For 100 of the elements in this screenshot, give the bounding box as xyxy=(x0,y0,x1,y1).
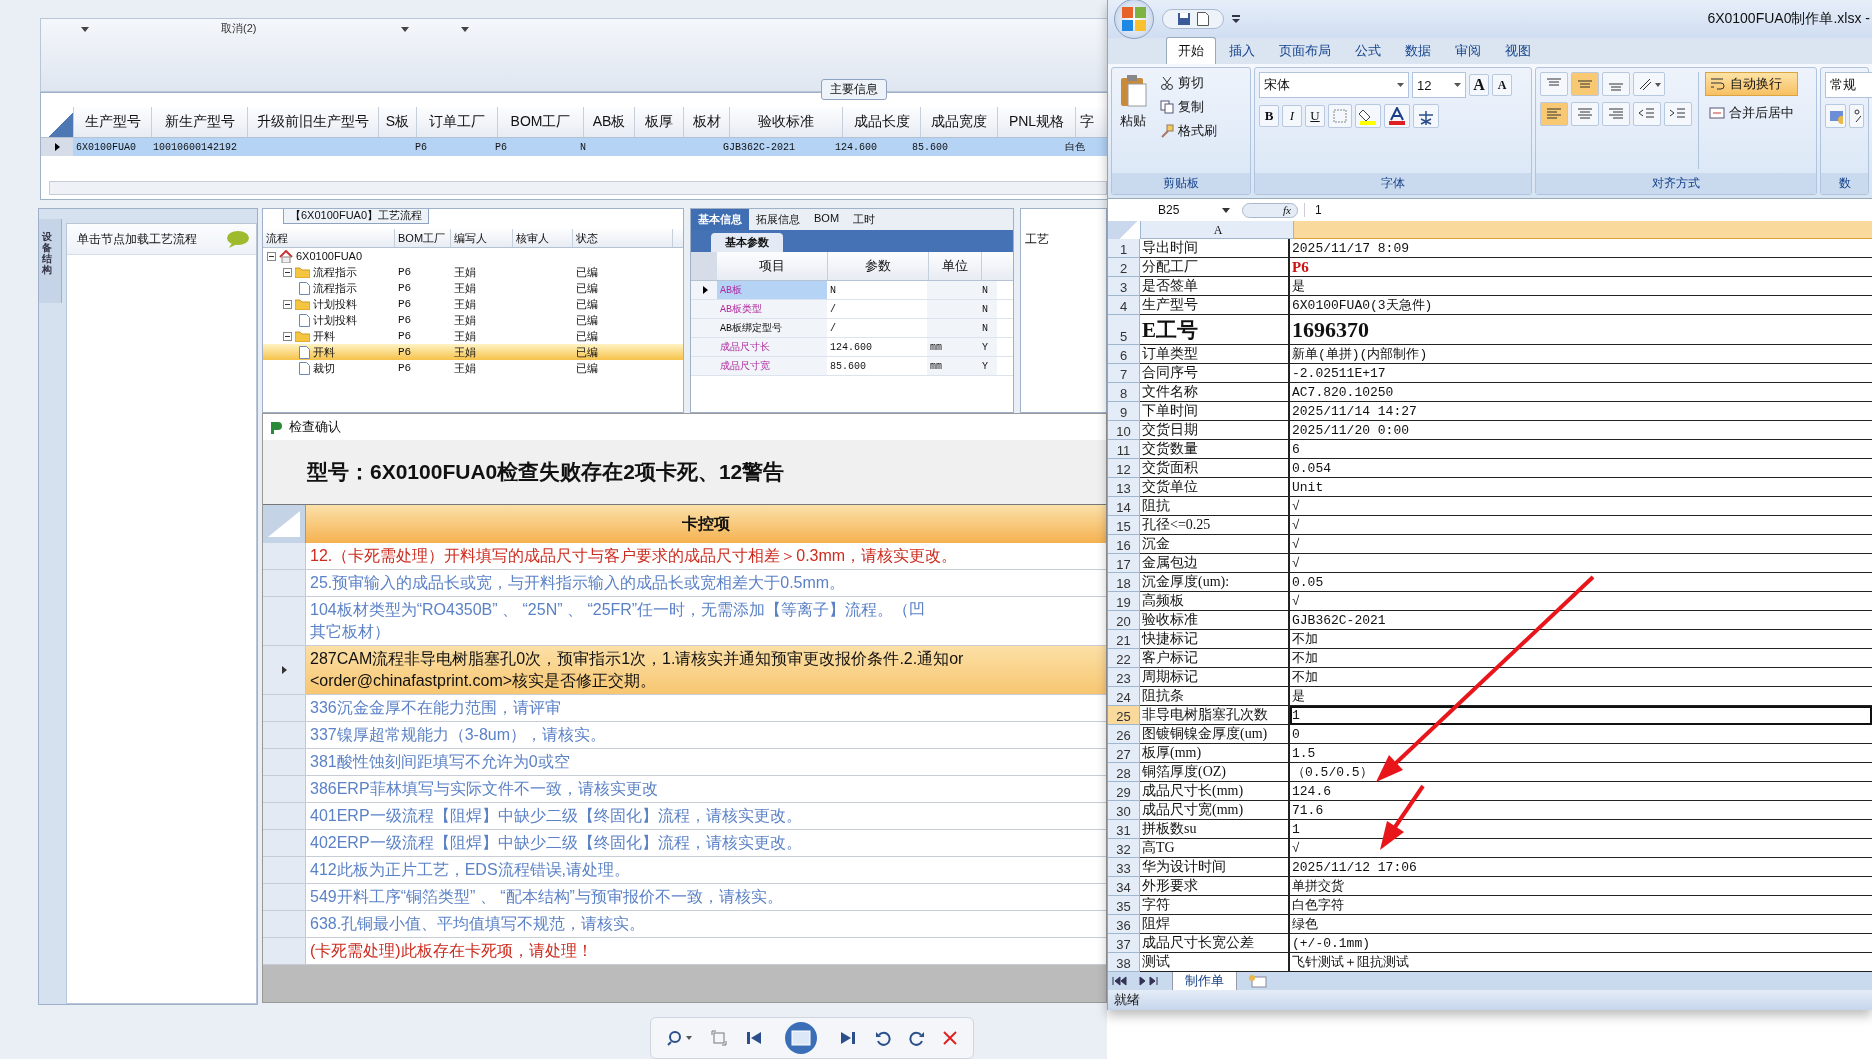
column-header[interactable]: 单位 xyxy=(929,252,982,280)
spreadsheet-cell[interactable]: 周期标记 xyxy=(1140,668,1290,687)
tree-row[interactable]: 开料 P6 王娟 已编 xyxy=(263,344,683,360)
spreadsheet-cell[interactable]: 成品尺寸宽(mm) xyxy=(1140,801,1290,820)
row-header[interactable]: 19 xyxy=(1108,592,1140,611)
align-middle-icon[interactable] xyxy=(1571,72,1599,96)
increase-indent-icon[interactable] xyxy=(1664,102,1692,126)
column-header[interactable]: 项目 xyxy=(717,252,828,280)
phonetic-icon[interactable] xyxy=(1413,104,1439,128)
column-header[interactable]: BOM工厂 xyxy=(498,107,584,137)
spreadsheet-cell[interactable]: 不加 xyxy=(1290,630,1872,649)
spreadsheet-cell[interactable]: 分配工厂 xyxy=(1140,258,1290,277)
spreadsheet-cell[interactable]: 铜箔厚度(OZ) xyxy=(1140,763,1290,782)
row-header[interactable]: 35 xyxy=(1108,896,1140,915)
new-document-icon[interactable] xyxy=(1197,12,1209,26)
spreadsheet-cell[interactable]: (+/-0.1mm) xyxy=(1290,934,1872,953)
column-header[interactable]: S板 xyxy=(379,107,417,137)
decrease-indent-icon[interactable] xyxy=(1633,102,1661,126)
spreadsheet-cell[interactable]: 高频板 xyxy=(1140,592,1290,611)
table-row[interactable]: 401ERP一级流程【阻焊】中缺少二级【终固化】流程，请核实更改。 xyxy=(263,803,1106,830)
spreadsheet-cell[interactable]: 交货日期 xyxy=(1140,421,1290,440)
tree-row[interactable]: 裁切 P6 王娟 已编 xyxy=(263,360,683,376)
first-page-icon[interactable] xyxy=(745,1030,763,1046)
align-right-icon[interactable] xyxy=(1602,102,1630,126)
spreadsheet-cell[interactable]: 沉金厚度(um): xyxy=(1140,573,1290,592)
row-header[interactable]: 30 xyxy=(1108,801,1140,820)
spreadsheet-cell[interactable]: 6X0100FUA0(3天急件) xyxy=(1290,296,1872,315)
tree-row[interactable]: 计划投料 P6 王娟 已编 xyxy=(263,312,683,328)
spreadsheet-cell[interactable]: 华为设计时间 xyxy=(1140,858,1290,877)
table-row[interactable]: 104板材类型为“RO4350B” 、 “25N” 、 “25FR”任一时，无需添加【等离子】流程。（凹 其它板材） xyxy=(263,597,1106,646)
table-row[interactable]: 381酸性蚀刻间距填写不允许为0或空 xyxy=(263,749,1106,776)
tree-row[interactable]: 开料 P6 王娟 已编 xyxy=(263,328,683,344)
spreadsheet-cell[interactable]: 新单(单拼)(内部制作) xyxy=(1290,345,1872,364)
spreadsheet-cell[interactable]: 孔径<=0.25 xyxy=(1140,516,1290,535)
save-icon[interactable] xyxy=(1177,12,1191,26)
row-header[interactable]: 3 xyxy=(1108,277,1140,296)
spreadsheet-cell[interactable]: 金属包边 xyxy=(1140,554,1290,573)
row-header[interactable]: 17 xyxy=(1108,554,1140,573)
table-row[interactable]: 6X0100FUA0 10010600142192 P6 P6 N GJB362C-2021 124.600 85.600 白色 xyxy=(41,138,1107,156)
column-header[interactable]: 板厚 xyxy=(635,107,684,137)
spreadsheet-cell[interactable]: 文件名称 xyxy=(1140,383,1290,402)
row-header[interactable]: 8 xyxy=(1108,383,1140,402)
fit-icon[interactable] xyxy=(711,1030,727,1046)
row-header[interactable]: 37 xyxy=(1108,934,1140,953)
table-row[interactable]: 337镍厚超常规能力（3-8um），请核实。 xyxy=(263,722,1106,749)
spreadsheet-cell[interactable]: 交货面积 xyxy=(1140,459,1290,478)
align-left-icon[interactable] xyxy=(1540,102,1568,126)
spreadsheet-cell[interactable]: 2025/11/12 17:06 xyxy=(1290,858,1872,877)
row-header[interactable]: 32 xyxy=(1108,839,1140,858)
wrap-text-button[interactable]: 自动换行 xyxy=(1705,72,1798,96)
number-format-dropdown[interactable]: 常规 xyxy=(1825,72,1872,98)
last-page-icon[interactable] xyxy=(839,1030,857,1046)
cut-button[interactable]: 剪切 xyxy=(1156,72,1221,94)
row-header[interactable]: 27 xyxy=(1108,744,1140,763)
column-header[interactable]: BOM工厂 xyxy=(395,229,451,247)
currency-icon[interactable] xyxy=(1825,104,1846,128)
tab[interactable]: 基本参数 xyxy=(711,233,783,252)
row-header[interactable]: 33 xyxy=(1108,858,1140,877)
tree-row[interactable]: 计划投料 P6 王娟 已编 xyxy=(263,296,683,312)
hint-row[interactable]: 单击节点加载工艺流程 xyxy=(67,224,256,255)
spreadsheet-cell[interactable]: 2025/11/20 0:00 xyxy=(1290,421,1872,440)
row-header[interactable]: 23 xyxy=(1108,668,1140,687)
customize-icon[interactable] xyxy=(1232,15,1240,23)
font-size-dropdown[interactable]: 12 xyxy=(1412,72,1466,98)
close-icon[interactable] xyxy=(943,1031,957,1045)
tree-row[interactable]: 流程指示 P6 王娟 已编 xyxy=(263,280,683,296)
row-header[interactable]: 16 xyxy=(1108,535,1140,554)
row-header[interactable]: 7 xyxy=(1108,364,1140,383)
ribbon-tab[interactable]: 公式 xyxy=(1344,38,1392,64)
spreadsheet-cell[interactable]: 阻焊 xyxy=(1140,915,1290,934)
column-header[interactable]: A xyxy=(1141,221,1294,239)
row-header[interactable]: 22 xyxy=(1108,649,1140,668)
filter-label[interactable]: 取消(2) xyxy=(221,21,257,36)
tab[interactable]: 工时 xyxy=(846,209,883,230)
spreadsheet-cell[interactable]: -2.02511E+17 xyxy=(1290,364,1872,383)
spreadsheet-cell[interactable]: 成品尺寸长宽公差 xyxy=(1140,934,1290,953)
row-header[interactable]: 11 xyxy=(1108,440,1140,459)
row-header[interactable]: 1 xyxy=(1108,239,1140,258)
table-row[interactable]: 386ERP菲林填写与实际文件不一致，请核实更改 xyxy=(263,776,1106,803)
row-header[interactable]: 18 xyxy=(1108,573,1140,592)
row-header[interactable]: 38 xyxy=(1108,953,1140,972)
table-row[interactable]: (卡死需处理)此板存在卡死项，请处理！ xyxy=(263,938,1106,965)
spreadsheet-cell[interactable]: 合同序号 xyxy=(1140,364,1290,383)
table-row[interactable]: AB板类型 / N xyxy=(691,300,1013,319)
spreadsheet-cell[interactable]: E工号 xyxy=(1140,315,1290,345)
spreadsheet-cell[interactable]: P6 xyxy=(1290,258,1872,277)
horizontal-scrollbar[interactable] xyxy=(49,181,1107,195)
spreadsheet-cell[interactable]: 单拼交货 xyxy=(1290,877,1872,896)
spreadsheet-cell[interactable]: 生产型号 xyxy=(1140,296,1290,315)
spreadsheet-cell[interactable]: 快捷标记 xyxy=(1140,630,1290,649)
spreadsheet-cell[interactable]: 绿色 xyxy=(1290,915,1872,934)
rotate-right-icon[interactable] xyxy=(909,1030,925,1046)
spreadsheet-cell[interactable]: 导出时间 xyxy=(1140,239,1290,258)
row-header[interactable]: 25 xyxy=(1108,706,1140,725)
ribbon-tab[interactable]: 视图 xyxy=(1494,38,1542,64)
spreadsheet-cell[interactable]: √ xyxy=(1290,535,1872,554)
spreadsheet-cell[interactable]: 1 xyxy=(1290,706,1872,725)
column-header[interactable]: 成品宽度 xyxy=(921,107,998,137)
office-logo[interactable] xyxy=(1114,0,1154,39)
column-header[interactable]: 卡控项 xyxy=(306,505,1106,543)
